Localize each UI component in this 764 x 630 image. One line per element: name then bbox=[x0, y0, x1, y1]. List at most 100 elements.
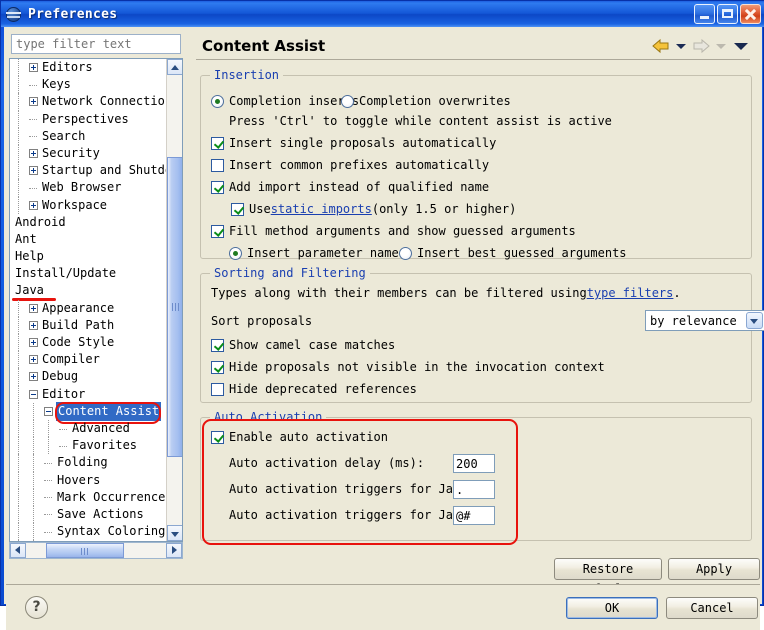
chevron-down-icon[interactable] bbox=[746, 312, 763, 329]
fill-method-arguments-checkbox[interactable]: Fill method arguments and show guessed a… bbox=[211, 224, 576, 238]
filter-input[interactable] bbox=[11, 34, 181, 54]
scroll-left-arrow-icon[interactable] bbox=[10, 543, 26, 558]
tree-item-content-assist[interactable]: Content Assist bbox=[10, 401, 166, 421]
tree-item-templates[interactable]: Templates bbox=[10, 540, 166, 541]
tree-item-label: Security bbox=[42, 145, 100, 160]
cancel-button[interactable]: Cancel bbox=[666, 597, 758, 619]
sort-proposals-label-row: Sort proposals bbox=[211, 314, 312, 328]
tree-vertical-scrollbar[interactable] bbox=[166, 59, 182, 541]
tree-expand-icon[interactable] bbox=[29, 200, 38, 210]
tree-item-hovers[interactable]: Hovers bbox=[10, 471, 166, 489]
type-filters-link[interactable]: type filters bbox=[587, 286, 674, 300]
tree-item-folding[interactable]: Folding bbox=[10, 454, 166, 472]
tree-item-label: Network Connections bbox=[42, 94, 166, 109]
restore-defaults-button[interactable]: Restore Defaults bbox=[554, 558, 662, 596]
tree-item-keys[interactable]: Keys bbox=[10, 76, 166, 94]
auto-activation-delay-input[interactable] bbox=[453, 454, 495, 473]
forward-arrow-icon bbox=[693, 38, 710, 54]
insert-common-prefixes-checkbox[interactable]: Insert common prefixes automatically bbox=[211, 158, 489, 172]
auto-activation-java-label: Auto activation triggers for Java: bbox=[229, 482, 475, 496]
insert-parameter-names-radio[interactable]: Insert parameter names bbox=[229, 246, 406, 260]
tree-item-editor[interactable]: Editor bbox=[10, 385, 166, 403]
tree-item-save-actions[interactable]: Save Actions bbox=[10, 505, 166, 524]
tree-item-build-path[interactable]: Build Path bbox=[10, 316, 166, 334]
view-menu-icon[interactable] bbox=[734, 42, 748, 50]
close-button[interactable] bbox=[740, 4, 761, 24]
tree-expand-icon[interactable] bbox=[29, 372, 38, 382]
tree-expand-icon[interactable] bbox=[29, 320, 38, 330]
tree-expand-icon[interactable] bbox=[29, 149, 38, 159]
tree-item-favorites[interactable]: Favorites bbox=[10, 437, 166, 455]
tree-item-web-browser[interactable]: Web Browser bbox=[10, 179, 166, 197]
radio-indicator bbox=[399, 246, 412, 260]
tree-item-editors[interactable]: Editors bbox=[10, 59, 166, 77]
tree-items-container: Editors Keys Network Connections Perspectiv… bbox=[10, 59, 166, 541]
completion-inserts-radio[interactable]: Completion inserts bbox=[211, 94, 359, 108]
back-arrow-icon[interactable] bbox=[651, 38, 671, 54]
tree-item-help[interactable]: Help bbox=[10, 248, 166, 265]
add-import-checkbox[interactable]: Add import instead of qualified name bbox=[211, 180, 489, 194]
tree-expand-icon[interactable] bbox=[29, 303, 38, 313]
insert-best-guessed-radio[interactable]: Insert best guessed arguments bbox=[399, 246, 627, 260]
tree-item-mark-occurrences[interactable]: Mark Occurrences bbox=[10, 488, 166, 506]
tree-expand-icon[interactable] bbox=[29, 97, 38, 107]
auto-activation-javadoc-input[interactable] bbox=[453, 506, 495, 525]
static-imports-link[interactable]: static imports bbox=[271, 202, 372, 216]
tree-item-ant[interactable]: Ant bbox=[10, 231, 166, 248]
tree-guide-line bbox=[18, 385, 20, 403]
header-divider bbox=[196, 59, 750, 60]
ok-button[interactable]: OK bbox=[566, 597, 658, 619]
tree-item-perspectives[interactable]: Perspectives bbox=[10, 110, 166, 128]
tree-expand-icon[interactable] bbox=[29, 63, 38, 73]
tree-item-debug[interactable]: Debug bbox=[10, 368, 166, 386]
tree-item-compiler[interactable]: Compiler bbox=[10, 351, 166, 369]
tree-collapse-icon[interactable] bbox=[44, 406, 53, 416]
tree-item-label: Install/Update bbox=[15, 266, 117, 281]
checkbox-indicator bbox=[211, 180, 224, 194]
help-icon[interactable]: ? bbox=[25, 596, 48, 619]
tree-guide-line bbox=[33, 523, 35, 541]
tree-vscrollbar-thumb[interactable] bbox=[167, 157, 182, 457]
insert-common-label: Insert common prefixes automatically bbox=[229, 158, 490, 172]
tree-expand-icon[interactable] bbox=[29, 355, 38, 365]
tree-item-security[interactable]: Security bbox=[10, 144, 166, 163]
tree-guide-line bbox=[18, 505, 20, 524]
tree-item-workspace[interactable]: Workspace bbox=[10, 196, 166, 214]
tree-item-appearance[interactable]: Appearance bbox=[10, 299, 166, 317]
tree-expand-icon[interactable] bbox=[29, 166, 38, 176]
auto-activation-java-input[interactable] bbox=[453, 480, 495, 499]
tree-item-network-connections[interactable]: Network Connections bbox=[10, 93, 166, 111]
tree-item-java[interactable]: Java bbox=[10, 282, 166, 299]
tree-item-syntax-coloring[interactable]: Syntax Coloring bbox=[10, 523, 166, 541]
tree-hscrollbar-thumb[interactable] bbox=[46, 543, 124, 558]
completion-overwrites-radio[interactable]: Completion overwrites bbox=[341, 94, 511, 108]
tree-item-search[interactable]: Search bbox=[10, 127, 166, 145]
tree-guide-line bbox=[18, 76, 20, 94]
tree-item-code-style[interactable]: Code Style bbox=[10, 334, 166, 352]
sort-proposals-dropdown[interactable]: by relevance bbox=[645, 310, 764, 331]
back-dropdown-icon[interactable] bbox=[676, 43, 686, 49]
sort-proposals-label: Sort proposals bbox=[211, 314, 313, 328]
tree-collapse-icon[interactable] bbox=[29, 389, 38, 399]
minimize-button[interactable] bbox=[694, 4, 715, 24]
hide-not-visible-checkbox[interactable]: Hide proposals not visible in the invoca… bbox=[211, 360, 605, 374]
maximize-button[interactable] bbox=[717, 4, 738, 24]
insert-single-proposals-checkbox[interactable]: Insert single proposals automatically bbox=[211, 136, 496, 150]
tree-item-advanced[interactable]: Advanced bbox=[10, 419, 166, 438]
enable-auto-activation-checkbox[interactable]: Enable auto activation bbox=[211, 430, 388, 444]
apply-button[interactable]: Apply bbox=[668, 558, 760, 580]
scroll-down-arrow-icon[interactable] bbox=[167, 525, 182, 541]
use-static-imports-checkbox[interactable]: Use static imports (only 1.5 or higher) bbox=[231, 202, 516, 216]
scroll-right-arrow-icon[interactable] bbox=[166, 543, 182, 558]
tree-item-install-update[interactable]: Install/Update bbox=[10, 265, 166, 282]
hide-deprecated-checkbox[interactable]: Hide deprecated references bbox=[211, 382, 417, 396]
checkbox-indicator bbox=[211, 224, 224, 238]
tree-horizontal-scrollbar[interactable] bbox=[9, 542, 183, 559]
tree-expand-icon[interactable] bbox=[29, 338, 38, 348]
tree-guide-line bbox=[48, 437, 50, 455]
tree-item-label: Keys bbox=[42, 77, 71, 92]
scroll-up-arrow-icon[interactable] bbox=[167, 59, 182, 75]
tree-item-startup-and-shutdown[interactable]: Startup and Shutdown bbox=[10, 162, 166, 180]
tree-item-android[interactable]: Android bbox=[10, 214, 166, 231]
show-camel-case-checkbox[interactable]: Show camel case matches bbox=[211, 338, 395, 352]
